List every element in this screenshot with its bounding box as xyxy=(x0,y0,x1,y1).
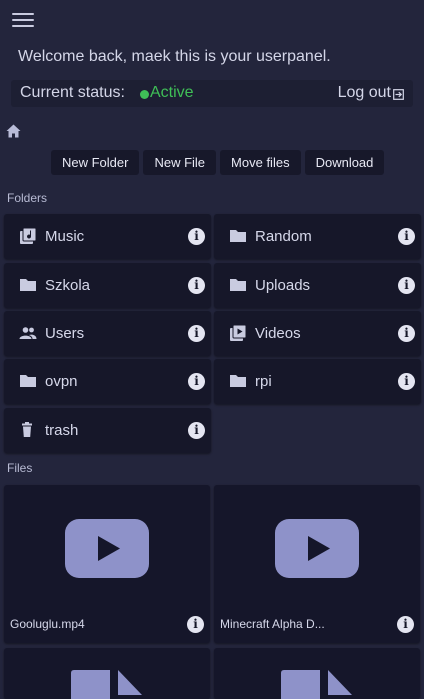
folder-name: Music xyxy=(45,228,85,245)
file-name: Gooluglu.mp4 xyxy=(10,617,85,631)
folder-name: Szkola xyxy=(45,277,91,294)
info-icon[interactable]: i xyxy=(188,277,205,294)
info-icon[interactable]: i xyxy=(187,616,204,633)
folder-item-ovpn[interactable]: ovpn i xyxy=(4,359,211,404)
folder-name: ovpn xyxy=(45,373,78,390)
folder-icon xyxy=(20,279,36,291)
folder-item-rpi[interactable]: rpi i xyxy=(214,359,421,404)
logout-icon xyxy=(393,88,404,100)
home-icon[interactable] xyxy=(6,124,21,138)
info-icon[interactable]: i xyxy=(398,277,415,294)
video-play-icon xyxy=(65,519,149,578)
folder-icon xyxy=(230,375,246,387)
status-label: Current status: xyxy=(20,84,125,101)
file-item-document[interactable] xyxy=(4,648,210,699)
move-files-button[interactable]: Move files xyxy=(220,150,301,175)
info-icon[interactable]: i xyxy=(188,373,205,390)
folder-icon xyxy=(230,279,246,291)
folder-item-random[interactable]: Random i xyxy=(214,214,421,259)
info-icon[interactable]: i xyxy=(397,616,414,633)
file-item-minecraft[interactable]: Minecraft Alpha D... i xyxy=(214,485,420,643)
folder-name: rpi xyxy=(255,373,272,390)
folder-item-szkola[interactable]: Szkola i xyxy=(4,263,211,308)
welcome-message: Welcome back, maek this is your userpane… xyxy=(18,48,331,65)
new-folder-button[interactable]: New Folder xyxy=(51,150,140,175)
status-bar: Current status: Active Log out xyxy=(11,80,413,107)
folder-name: Videos xyxy=(255,325,301,342)
folder-name: Users xyxy=(45,325,85,342)
file-item-gooluglu[interactable]: Gooluglu.mp4 i xyxy=(4,485,210,643)
video-play-icon xyxy=(275,519,359,578)
folder-name: trash xyxy=(45,422,79,439)
info-icon[interactable]: i xyxy=(398,325,415,342)
folder-item-videos[interactable]: Videos i xyxy=(214,311,421,356)
info-icon[interactable]: i xyxy=(188,228,205,245)
info-icon[interactable]: i xyxy=(188,325,205,342)
file-name: Minecraft Alpha D... xyxy=(220,617,325,631)
folder-name: Uploads xyxy=(255,277,311,294)
trash-icon xyxy=(22,422,32,437)
file-document-icon xyxy=(281,670,352,699)
status-value: Active xyxy=(150,84,194,101)
info-icon[interactable]: i xyxy=(188,422,205,439)
status-dot-icon xyxy=(140,90,149,99)
video-library-icon xyxy=(230,324,247,341)
folder-item-uploads[interactable]: Uploads i xyxy=(214,263,421,308)
info-icon[interactable]: i xyxy=(398,228,415,245)
download-button[interactable]: Download xyxy=(304,150,385,175)
folder-item-music[interactable]: Music i xyxy=(4,214,211,259)
folder-icon xyxy=(230,230,246,242)
folder-name: Random xyxy=(255,228,312,245)
file-item-document[interactable] xyxy=(214,648,420,699)
info-icon[interactable]: i xyxy=(398,373,415,390)
music-library-icon xyxy=(20,227,37,244)
users-icon xyxy=(19,327,37,339)
logout-label: Log out xyxy=(337,84,391,101)
folders-heading: Folders xyxy=(7,191,48,205)
logout-button[interactable]: Log out xyxy=(338,84,404,102)
hamburger-menu-icon[interactable] xyxy=(12,13,34,29)
file-toolbar: New Folder New File Move files Download xyxy=(51,150,385,175)
folder-item-trash[interactable]: trash i xyxy=(4,408,211,453)
folder-item-users[interactable]: Users i xyxy=(4,311,211,356)
file-document-icon xyxy=(71,670,142,699)
new-file-button[interactable]: New File xyxy=(143,150,217,175)
folder-icon xyxy=(20,375,36,387)
files-heading: Files xyxy=(7,461,33,475)
